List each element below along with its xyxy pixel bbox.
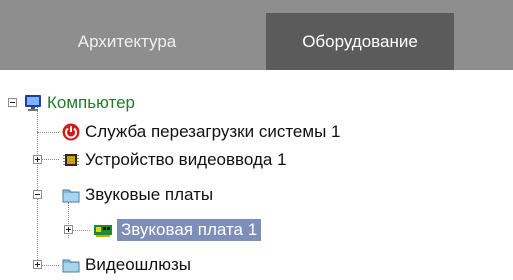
tree-node-computer-label: Компьютер: [47, 93, 135, 112]
chip-icon: [62, 151, 80, 169]
tree-line-root: [37, 107, 38, 264]
expander-computer[interactable]: [8, 98, 17, 107]
tree-node-sound-card-1-label: Звуковая плата 1: [117, 219, 262, 241]
tree-node-sound-cards[interactable]: Звуковые платы: [62, 183, 213, 207]
tree-node-sound-card-1[interactable]: Звуковая плата 1: [94, 218, 262, 242]
tree-node-restart-service[interactable]: Служба перезагрузки системы 1: [62, 120, 340, 144]
power-icon: [62, 123, 80, 141]
tab-bar: Архитектура Оборудование: [0, 0, 513, 70]
tree-node-restart-service-label: Служба перезагрузки системы 1: [85, 122, 341, 141]
expander-sound-card-1[interactable]: [64, 225, 73, 234]
tab-architecture-label: Архитектура: [77, 31, 177, 51]
expander-sound-cards[interactable]: [33, 190, 42, 199]
tree-node-computer[interactable]: Компьютер: [24, 91, 135, 115]
expander-video-input[interactable]: [33, 155, 42, 164]
tab-hardware-label: Оборудование: [302, 31, 418, 51]
folder-icon: [62, 256, 80, 274]
tree-node-video-gateways[interactable]: Видеошлюзы: [62, 253, 191, 277]
tree-node-video-gateways-label: Видеошлюзы: [85, 255, 191, 274]
folder-icon: [62, 186, 80, 204]
tree-node-video-input-label: Устройство видеоввода 1: [85, 150, 287, 169]
tab-hardware[interactable]: Оборудование: [266, 13, 454, 70]
monitor-icon: [24, 94, 42, 112]
hardware-tree: Компьютер Служба перезагрузки системы 1: [0, 70, 513, 280]
tree-node-video-input[interactable]: Устройство видеоввода 1: [62, 148, 287, 172]
sound-card-icon: [94, 221, 112, 239]
tree-line: [37, 132, 59, 133]
tab-architecture[interactable]: Архитектура: [0, 13, 254, 70]
expander-video-gateways[interactable]: [33, 260, 42, 269]
tree-node-sound-cards-label: Звуковые платы: [85, 185, 214, 204]
